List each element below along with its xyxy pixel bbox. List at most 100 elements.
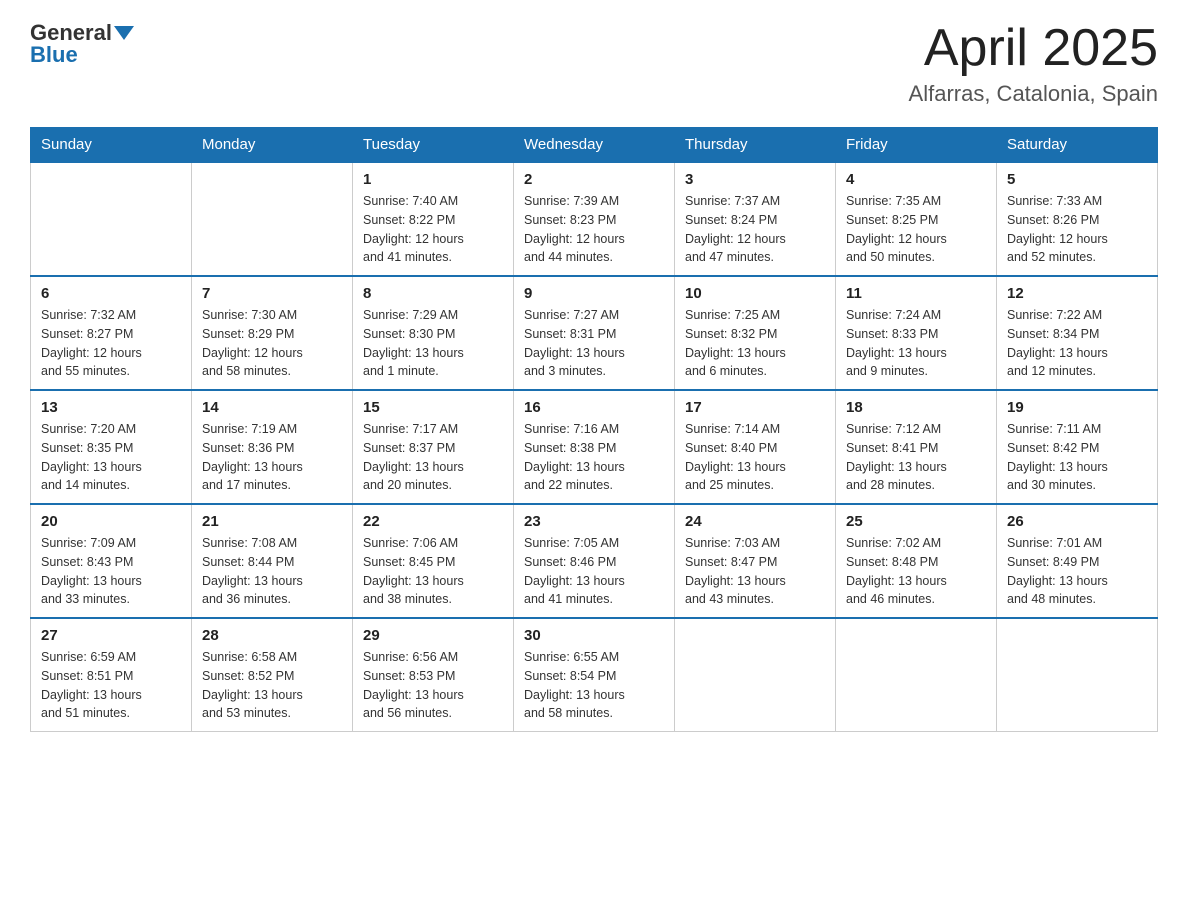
table-row: 22 Sunrise: 7:06 AMSunset: 8:45 PMDayligh… bbox=[353, 504, 514, 618]
calendar-week-row: 27 Sunrise: 6:59 AMSunset: 8:51 PMDayligh… bbox=[31, 618, 1158, 732]
day-info: Sunrise: 7:05 AMSunset: 8:46 PMDaylight:… bbox=[524, 534, 664, 609]
day-number: 4 bbox=[846, 171, 986, 188]
day-info: Sunrise: 6:56 AMSunset: 8:53 PMDaylight:… bbox=[363, 648, 503, 723]
day-number: 30 bbox=[524, 627, 664, 644]
table-row: 17Sunrise: 7:14 AMSunset: 8:40 PMDayligh… bbox=[675, 390, 836, 504]
day-info: Sunrise: 7:06 AMSunset: 8:45 PMDaylight:… bbox=[363, 534, 503, 609]
table-row: 8 Sunrise: 7:29 AMSunset: 8:30 PMDaylight… bbox=[353, 276, 514, 390]
day-number: 1 bbox=[363, 171, 503, 188]
table-row bbox=[997, 618, 1158, 732]
logo: General Blue bbox=[30, 20, 136, 68]
table-row: 15Sunrise: 7:17 AMSunset: 8:37 PMDayligh… bbox=[353, 390, 514, 504]
day-number: 5 bbox=[1007, 171, 1147, 188]
table-row: 26 Sunrise: 7:01 AMSunset: 8:49 PMDayligh… bbox=[997, 504, 1158, 618]
table-row: 19 Sunrise: 7:11 AMSunset: 8:42 PMDayligh… bbox=[997, 390, 1158, 504]
calendar-table: Sunday Monday Tuesday Wednesday Thursday… bbox=[30, 127, 1158, 732]
table-row: 9 Sunrise: 7:27 AMSunset: 8:31 PMDaylight… bbox=[514, 276, 675, 390]
day-info: Sunrise: 7:09 AMSunset: 8:43 PMDaylight:… bbox=[41, 534, 181, 609]
day-number: 22 bbox=[363, 513, 503, 530]
day-info: Sunrise: 7:17 AMSunset: 8:37 PMDaylight:… bbox=[363, 420, 503, 495]
day-number: 12 bbox=[1007, 285, 1147, 302]
day-info: Sunrise: 7:12 AMSunset: 8:41 PMDaylight:… bbox=[846, 420, 986, 495]
table-row: 20 Sunrise: 7:09 AMSunset: 8:43 PMDayligh… bbox=[31, 504, 192, 618]
day-info: Sunrise: 7:32 AMSunset: 8:27 PMDaylight:… bbox=[41, 306, 181, 381]
header-saturday: Saturday bbox=[997, 128, 1158, 163]
day-info: Sunrise: 7:29 AMSunset: 8:30 PMDaylight:… bbox=[363, 306, 503, 381]
table-row: 11 Sunrise: 7:24 AMSunset: 8:33 PMDayligh… bbox=[836, 276, 997, 390]
day-number: 19 bbox=[1007, 399, 1147, 416]
day-info: Sunrise: 7:33 AMSunset: 8:26 PMDaylight:… bbox=[1007, 192, 1147, 267]
page-header: General Blue April 2025 Alfarras, Catalo… bbox=[30, 20, 1158, 107]
day-number: 18 bbox=[846, 399, 986, 416]
table-row: 23Sunrise: 7:05 AMSunset: 8:46 PMDayligh… bbox=[514, 504, 675, 618]
day-info: Sunrise: 7:16 AMSunset: 8:38 PMDaylight:… bbox=[524, 420, 664, 495]
day-number: 20 bbox=[41, 513, 181, 530]
day-info: Sunrise: 7:22 AMSunset: 8:34 PMDaylight:… bbox=[1007, 306, 1147, 381]
day-info: Sunrise: 7:01 AMSunset: 8:49 PMDaylight:… bbox=[1007, 534, 1147, 609]
calendar-week-row: 13 Sunrise: 7:20 AMSunset: 8:35 PMDayligh… bbox=[31, 390, 1158, 504]
day-info: Sunrise: 7:39 AMSunset: 8:23 PMDaylight:… bbox=[524, 192, 664, 267]
table-row bbox=[192, 162, 353, 276]
calendar-week-row: 1 Sunrise: 7:40 AMSunset: 8:22 PMDaylight… bbox=[31, 162, 1158, 276]
table-row bbox=[675, 618, 836, 732]
day-number: 8 bbox=[363, 285, 503, 302]
day-info: Sunrise: 6:55 AMSunset: 8:54 PMDaylight:… bbox=[524, 648, 664, 723]
calendar-location: Alfarras, Catalonia, Spain bbox=[909, 81, 1158, 107]
header-sunday: Sunday bbox=[31, 128, 192, 163]
table-row: 10Sunrise: 7:25 AMSunset: 8:32 PMDayligh… bbox=[675, 276, 836, 390]
table-row: 30 Sunrise: 6:55 AMSunset: 8:54 PMDayligh… bbox=[514, 618, 675, 732]
table-row: 13 Sunrise: 7:20 AMSunset: 8:35 PMDayligh… bbox=[31, 390, 192, 504]
day-number: 11 bbox=[846, 285, 986, 302]
table-row: 2 Sunrise: 7:39 AMSunset: 8:23 PMDaylight… bbox=[514, 162, 675, 276]
day-number: 17 bbox=[685, 399, 825, 416]
day-number: 2 bbox=[524, 171, 664, 188]
table-row: 29 Sunrise: 6:56 AMSunset: 8:53 PMDayligh… bbox=[353, 618, 514, 732]
table-row bbox=[31, 162, 192, 276]
table-row: 6 Sunrise: 7:32 AMSunset: 8:27 PMDaylight… bbox=[31, 276, 192, 390]
day-number: 7 bbox=[202, 285, 342, 302]
day-info: Sunrise: 7:03 AMSunset: 8:47 PMDaylight:… bbox=[685, 534, 825, 609]
day-info: Sunrise: 7:11 AMSunset: 8:42 PMDaylight:… bbox=[1007, 420, 1147, 495]
day-info: Sunrise: 7:20 AMSunset: 8:35 PMDaylight:… bbox=[41, 420, 181, 495]
day-info: Sunrise: 7:27 AMSunset: 8:31 PMDaylight:… bbox=[524, 306, 664, 381]
table-row: 21 Sunrise: 7:08 AMSunset: 8:44 PMDayligh… bbox=[192, 504, 353, 618]
table-row: 3 Sunrise: 7:37 AMSunset: 8:24 PMDaylight… bbox=[675, 162, 836, 276]
table-row: 16Sunrise: 7:16 AMSunset: 8:38 PMDayligh… bbox=[514, 390, 675, 504]
logo-triangle-icon bbox=[114, 26, 134, 40]
day-info: Sunrise: 7:40 AMSunset: 8:22 PMDaylight:… bbox=[363, 192, 503, 267]
day-number: 13 bbox=[41, 399, 181, 416]
day-info: Sunrise: 6:59 AMSunset: 8:51 PMDaylight:… bbox=[41, 648, 181, 723]
day-info: Sunrise: 7:35 AMSunset: 8:25 PMDaylight:… bbox=[846, 192, 986, 267]
table-row: 28Sunrise: 6:58 AMSunset: 8:52 PMDayligh… bbox=[192, 618, 353, 732]
day-number: 24 bbox=[685, 513, 825, 530]
day-info: Sunrise: 7:19 AMSunset: 8:36 PMDaylight:… bbox=[202, 420, 342, 495]
table-row: 7Sunrise: 7:30 AMSunset: 8:29 PMDaylight… bbox=[192, 276, 353, 390]
day-info: Sunrise: 7:08 AMSunset: 8:44 PMDaylight:… bbox=[202, 534, 342, 609]
day-number: 21 bbox=[202, 513, 342, 530]
table-row bbox=[836, 618, 997, 732]
logo-blue-text: Blue bbox=[30, 42, 78, 68]
table-row: 14 Sunrise: 7:19 AMSunset: 8:36 PMDayligh… bbox=[192, 390, 353, 504]
day-info: Sunrise: 7:25 AMSunset: 8:32 PMDaylight:… bbox=[685, 306, 825, 381]
header-wednesday: Wednesday bbox=[514, 128, 675, 163]
weekday-header-row: Sunday Monday Tuesday Wednesday Thursday… bbox=[31, 128, 1158, 163]
day-info: Sunrise: 7:37 AMSunset: 8:24 PMDaylight:… bbox=[685, 192, 825, 267]
day-number: 25 bbox=[846, 513, 986, 530]
day-number: 26 bbox=[1007, 513, 1147, 530]
day-info: Sunrise: 6:58 AMSunset: 8:52 PMDaylight:… bbox=[202, 648, 342, 723]
table-row: 18 Sunrise: 7:12 AMSunset: 8:41 PMDayligh… bbox=[836, 390, 997, 504]
table-row: 24 Sunrise: 7:03 AMSunset: 8:47 PMDayligh… bbox=[675, 504, 836, 618]
table-row: 1 Sunrise: 7:40 AMSunset: 8:22 PMDaylight… bbox=[353, 162, 514, 276]
day-number: 3 bbox=[685, 171, 825, 188]
day-number: 14 bbox=[202, 399, 342, 416]
day-number: 9 bbox=[524, 285, 664, 302]
day-number: 27 bbox=[41, 627, 181, 644]
day-info: Sunrise: 7:24 AMSunset: 8:33 PMDaylight:… bbox=[846, 306, 986, 381]
table-row: 25Sunrise: 7:02 AMSunset: 8:48 PMDayligh… bbox=[836, 504, 997, 618]
day-number: 6 bbox=[41, 285, 181, 302]
calendar-week-row: 20 Sunrise: 7:09 AMSunset: 8:43 PMDayligh… bbox=[31, 504, 1158, 618]
table-row: 27 Sunrise: 6:59 AMSunset: 8:51 PMDayligh… bbox=[31, 618, 192, 732]
table-row: 5 Sunrise: 7:33 AMSunset: 8:26 PMDaylight… bbox=[997, 162, 1158, 276]
header-thursday: Thursday bbox=[675, 128, 836, 163]
day-number: 29 bbox=[363, 627, 503, 644]
